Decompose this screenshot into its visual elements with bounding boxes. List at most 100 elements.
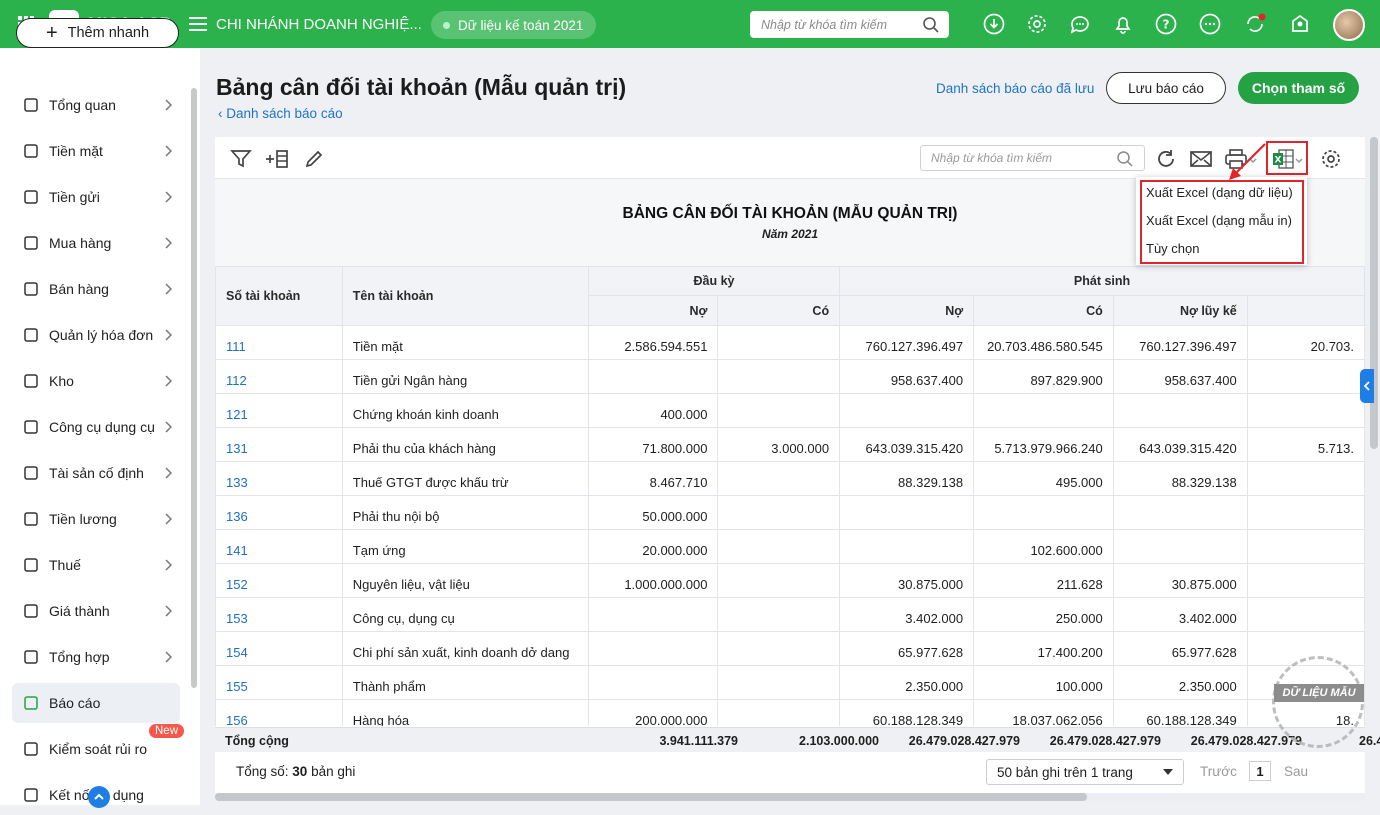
account-number-link[interactable]: 121 (215, 393, 343, 428)
sidebar-item-9[interactable]: Tài sản cố định (12, 453, 180, 493)
chevron-right-icon (164, 144, 173, 160)
account-number-link[interactable]: 152 (215, 563, 343, 598)
table-row[interactable]: 111 Tiền mặt 2.586.594.551 760.127.396.497 2… (215, 325, 1365, 360)
settings-icon[interactable] (1319, 147, 1343, 171)
account-number-link[interactable]: 136 (215, 495, 343, 530)
hamburger-menu-icon[interactable] (188, 14, 208, 34)
col-activity-debit[interactable]: Nợ (839, 295, 975, 326)
more-icon[interactable] (1199, 13, 1221, 35)
col-debit-cumulative[interactable]: Nợ lũy kế (1112, 295, 1248, 326)
sidebar-item-11[interactable]: Thuế (12, 545, 180, 585)
back-to-report-list-link[interactable]: ‹ Danh sách báo cáo (218, 106, 343, 121)
table-row[interactable]: 112 Tiền gửi Ngân hàng 958.637.400 897.829.… (215, 359, 1365, 394)
col-account-name[interactable]: Tên tài khoản (341, 266, 589, 326)
edit-pencil-icon[interactable] (302, 147, 326, 171)
search-icon[interactable] (1116, 150, 1134, 168)
account-number-link[interactable]: 131 (215, 427, 343, 462)
total-debit-cumulative: 26.479.028.427.979 (1190, 734, 1302, 748)
account-name-cell: Phải thu của khách hàng (341, 427, 589, 462)
sidebar-item-1[interactable]: Tổng quan (12, 85, 180, 125)
data-label: Dữ liệu kế toán 2021 (458, 17, 584, 33)
sidebar-item-2[interactable]: Tiền mặt (12, 131, 180, 171)
account-number-link[interactable]: 155 (215, 665, 343, 700)
sidebar-item-8[interactable]: Công cụ dụng cụ (12, 407, 180, 447)
account-number-link[interactable]: 153 (215, 597, 343, 632)
sidebar-item-13[interactable]: Tổng hợp (12, 637, 180, 677)
mascot-icon[interactable] (1289, 13, 1311, 35)
help-icon[interactable]: ? (1155, 13, 1177, 35)
table-row[interactable]: 156 Hàng hóa 200.000.000 60.188.128.349 18.0… (215, 699, 1365, 726)
saved-reports-link[interactable]: Danh sách báo cáo đã lưu (936, 81, 1094, 96)
sidebar-item-5[interactable]: Bán hàng (12, 269, 180, 309)
sidebar-item-3[interactable]: Tiền gửi (12, 177, 180, 217)
chevron-right-icon (164, 190, 173, 206)
sidebar-item-10[interactable]: Tiền lương (12, 499, 180, 539)
sidebar-item-6[interactable]: Quản lý hóa đơn (12, 315, 180, 355)
table-row[interactable]: 153 Công cụ, dụng cụ 3.402.000 250.000 3.402… (215, 597, 1365, 632)
email-icon[interactable] (1189, 147, 1213, 171)
download-icon[interactable] (983, 13, 1005, 35)
prev-page-button[interactable]: Trước (1200, 764, 1237, 779)
amount-cell: 60.188.128.349 (839, 699, 975, 726)
account-number-link[interactable]: 156 (215, 699, 343, 726)
top-search-input[interactable]: Nhập từ khóa tìm kiếm (750, 11, 949, 38)
record-count-suffix: bản ghi (307, 764, 356, 779)
col-activity-credit[interactable]: Có (973, 295, 1114, 326)
filter-icon[interactable] (229, 147, 253, 171)
account-number-link[interactable]: 112 (215, 359, 343, 394)
chevron-right-icon (164, 604, 173, 620)
table-row[interactable]: 131 Phải thu của khách hàng 71.800.000 3.00… (215, 427, 1365, 462)
table-row[interactable]: 152 Nguyên liệu, vật liệu 1.000.000.000 30.… (215, 563, 1365, 598)
accounting-data-pill[interactable]: Dữ liệu kế toán 2021 (431, 11, 596, 39)
col-credit-cumulative[interactable] (1246, 295, 1365, 326)
amount-cell: 643.039.315.420 (839, 427, 975, 462)
table-row[interactable]: 133 Thuế GTGT được khấu trừ 8.467.710 88.32… (215, 461, 1365, 496)
sidebar-item-7[interactable]: Kho (12, 361, 180, 401)
table-row[interactable]: 121 Chứng khoán kinh doanh 400.000 (215, 393, 1365, 428)
current-page[interactable]: 1 (1249, 761, 1271, 781)
next-page-button[interactable]: Sau (1284, 764, 1308, 779)
avatar[interactable] (1333, 9, 1365, 41)
table-row[interactable]: 136 Phải thu nội bộ 50.000.000 (215, 495, 1365, 530)
chat-icon[interactable] (1069, 13, 1091, 35)
col-opening-credit[interactable]: Có (717, 295, 841, 326)
account-number-link[interactable]: 111 (215, 325, 343, 360)
export-excel-data-item[interactable]: Xuất Excel (dạng dữ liệu) (1146, 185, 1293, 200)
account-number-link[interactable]: 141 (215, 529, 343, 564)
table-row[interactable]: 154 Chi phí sản xuất, kinh doanh dở dang 6… (215, 631, 1365, 666)
quick-add-button[interactable]: + Thêm nhanh (16, 18, 179, 48)
table-row[interactable]: 141 Tạm ứng 20.000.000 102.600.000 (215, 529, 1365, 564)
sidebar-item-4[interactable]: Mua hàng (12, 223, 180, 263)
sidebar-item-12[interactable]: Giá thành (12, 591, 180, 631)
account-number-link[interactable]: 133 (215, 461, 343, 496)
branch-name[interactable]: CHI NHÁNH DOANH NGHIỆ... (216, 16, 422, 33)
col-account-no[interactable]: Số tài khoản (215, 266, 343, 326)
table-row[interactable]: 155 Thành phẩm 2.350.000 100.000 2.350.000 (215, 665, 1365, 700)
sidebar-scrollbar[interactable] (191, 88, 197, 688)
annotation-arrow-icon (1229, 143, 1266, 180)
amount-cell: 3.402.000 (839, 597, 975, 632)
sidebar-item-14[interactable]: Báo cáo (12, 683, 180, 723)
bell-icon[interactable] (1112, 13, 1134, 35)
horizontal-scrollbar[interactable] (215, 793, 1087, 801)
amount-cell (717, 699, 841, 726)
account-name-cell: Nguyên liệu, vật liệu (341, 563, 589, 598)
account-number-link[interactable]: 154 (215, 631, 343, 666)
save-report-button[interactable]: Lưu báo cáo (1106, 72, 1226, 104)
chevron-right-icon (164, 420, 173, 436)
export-options-item[interactable]: Tùy chọn (1146, 241, 1199, 256)
search-icon[interactable] (922, 16, 940, 34)
amount-cell (717, 495, 841, 530)
choose-parameters-button[interactable]: Chọn tham số (1238, 72, 1359, 104)
col-opening-debit[interactable]: Nợ (587, 295, 719, 326)
add-column-icon[interactable] (265, 147, 289, 171)
page-size-select[interactable]: 50 bản ghi trên 1 trang (986, 759, 1184, 785)
export-excel-print-item[interactable]: Xuất Excel (dạng mẫu in) (1146, 213, 1292, 228)
chevron-up-icon (94, 793, 104, 800)
refresh-icon[interactable] (1154, 147, 1178, 171)
gear-icon[interactable] (1026, 13, 1048, 35)
side-panel-toggle[interactable] (1360, 369, 1374, 403)
sync-icon[interactable] (1244, 13, 1266, 35)
report-search-input[interactable]: Nhập từ khóa tìm kiếm (920, 145, 1145, 171)
chevron-left-icon (1363, 381, 1370, 391)
